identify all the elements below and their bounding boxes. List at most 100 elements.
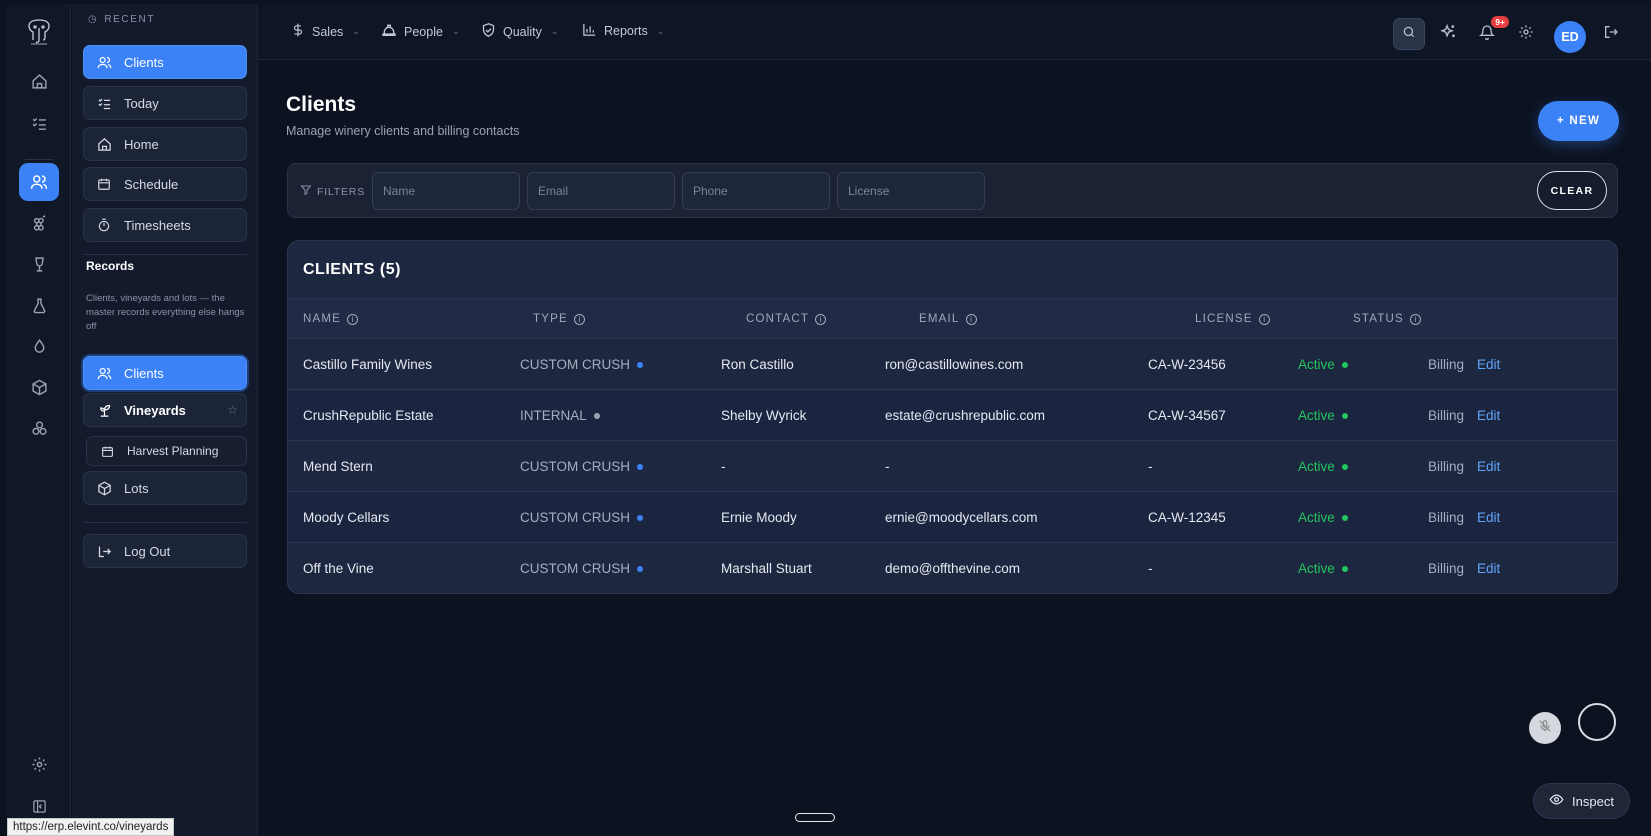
rail-checklist-icon[interactable] <box>19 104 59 142</box>
checklist-icon <box>96 95 112 111</box>
status-dot-icon <box>1341 514 1348 521</box>
topnav-quality[interactable]: Quality ⌄ <box>481 22 558 41</box>
record-item-vineyards[interactable]: Vineyards ☆ <box>83 393 247 427</box>
cell-status-text: Active <box>1298 459 1335 474</box>
bottom-drag-handle[interactable] <box>795 813 835 822</box>
info-icon[interactable]: i <box>965 313 977 325</box>
rail-grapes-icon[interactable] <box>19 204 59 242</box>
info-icon[interactable]: i <box>573 313 585 325</box>
clock-icon: ◷ <box>88 14 99 25</box>
column-header-name[interactable]: NAME i <box>303 313 359 325</box>
rail-settings-icon[interactable] <box>19 745 59 783</box>
edit-link[interactable]: Edit <box>1477 510 1500 525</box>
rail-wineglass-icon[interactable] <box>19 245 59 283</box>
gear-icon <box>1518 24 1534 45</box>
info-icon[interactable]: i <box>1409 313 1421 325</box>
table-row[interactable]: Moody Cellars CUSTOM CRUSH Ernie Moody erni… <box>288 491 1617 542</box>
billing-link[interactable]: Billing <box>1428 408 1464 423</box>
phone-filter-input[interactable] <box>682 172 830 210</box>
cell-status: Active <box>1298 561 1348 576</box>
rail-box-icon[interactable] <box>19 368 59 406</box>
recent-item-home[interactable]: Home <box>83 127 247 161</box>
notification-badge: 9+ <box>1491 16 1509 28</box>
inspect-button[interactable]: Inspect <box>1533 783 1630 819</box>
column-header-type[interactable]: TYPE i <box>533 313 585 325</box>
billing-link[interactable]: Billing <box>1428 561 1464 576</box>
cell-contact-text: Ernie Moody <box>721 510 797 525</box>
calendar-icon <box>96 176 112 192</box>
cell-contact: Ron Castillo <box>721 357 794 372</box>
nav-label: Lots <box>124 480 149 496</box>
billing-link[interactable]: Billing <box>1428 459 1464 474</box>
nav-label: Schedule <box>124 176 179 192</box>
nav-label: Log Out <box>124 543 171 559</box>
mic-off-icon <box>1538 719 1552 738</box>
column-header-email[interactable]: EMAIL i <box>919 313 977 325</box>
ai-sparkles-button[interactable] <box>1432 18 1464 50</box>
info-icon[interactable]: i <box>1258 313 1270 325</box>
users-icon <box>96 365 112 381</box>
billing-link[interactable]: Billing <box>1428 510 1464 525</box>
nav-label: Home <box>124 136 159 152</box>
rail-flask-icon[interactable] <box>19 286 59 324</box>
recent-item-schedule[interactable]: Schedule <box>83 167 247 201</box>
elephant-logo-icon[interactable] <box>25 18 53 48</box>
cell-name: CrushRepublic Estate <box>303 408 434 423</box>
logout-button[interactable]: Log Out <box>83 534 247 568</box>
edit-link[interactable]: Edit <box>1477 459 1500 474</box>
records-heading: Records <box>86 259 135 273</box>
edit-link[interactable]: Edit <box>1477 561 1500 576</box>
table-row[interactable]: Off the Vine CUSTOM CRUSH Marshall Stuart d… <box>288 542 1617 593</box>
license-filter-input[interactable] <box>837 172 985 210</box>
settings-button[interactable] <box>1510 18 1542 50</box>
topnav-label: Reports <box>604 24 648 38</box>
cell-type: CUSTOM CRUSH <box>520 510 644 525</box>
table-row[interactable]: CrushRepublic Estate INTERNAL Shelby Wyric… <box>288 389 1617 440</box>
sidebar-divider <box>83 522 247 523</box>
rail-home-icon[interactable] <box>19 62 59 100</box>
billing-link[interactable]: Billing <box>1428 357 1464 372</box>
record-item-lots[interactable]: Lots <box>83 471 247 505</box>
bar-chart-icon <box>582 22 597 40</box>
search-button[interactable] <box>1393 18 1425 50</box>
cell-status: Active <box>1298 357 1348 372</box>
sprout-icon <box>96 402 112 418</box>
column-header-license[interactable]: LICENSE i <box>1195 313 1270 325</box>
column-header-status[interactable]: STATUS i <box>1353 313 1421 325</box>
name-filter-input[interactable] <box>372 172 520 210</box>
cell-license-text: CA-W-34567 <box>1148 408 1226 423</box>
edit-link[interactable]: Edit <box>1477 357 1500 372</box>
email-filter-input[interactable] <box>527 172 675 210</box>
signout-button[interactable] <box>1595 18 1627 50</box>
new-client-button[interactable]: + NEW <box>1538 101 1619 141</box>
column-header-contact[interactable]: CONTACT i <box>746 313 827 325</box>
edit-link[interactable]: Edit <box>1477 408 1500 423</box>
notifications-button[interactable]: 9+ <box>1471 16 1509 50</box>
rail-droplet-icon[interactable] <box>19 327 59 365</box>
cell-name: Mend Stern <box>303 459 373 474</box>
recent-item-today[interactable]: Today <box>83 86 247 120</box>
rail-users-icon[interactable] <box>19 163 59 201</box>
clear-filters-button[interactable]: CLEAR <box>1537 171 1607 210</box>
edit-link-text: Edit <box>1477 357 1501 372</box>
mic-off-button[interactable] <box>1529 712 1561 744</box>
filters-bar: FILTERS CLEAR <box>287 163 1618 218</box>
table-row[interactable]: Castillo Family Wines CUSTOM CRUSH Ron Cas… <box>288 338 1617 389</box>
recent-item-clients[interactable]: Clients <box>83 45 247 79</box>
info-icon[interactable]: i <box>815 313 827 325</box>
avatar[interactable]: ED <box>1554 21 1586 53</box>
topnav-sales[interactable]: Sales ⌄ <box>291 22 360 41</box>
recent-item-timesheets[interactable]: Timesheets <box>83 208 247 242</box>
eye-icon <box>1549 792 1564 810</box>
table-row[interactable]: Mend Stern CUSTOM CRUSH - - - Active Billing Ed… <box>288 440 1617 491</box>
rail-barrels-icon[interactable] <box>19 409 59 447</box>
topnav-reports[interactable]: Reports ⌄ <box>582 22 664 40</box>
chevron-down-icon: ⌄ <box>656 25 665 36</box>
record-item-clients[interactable]: Clients <box>83 356 247 390</box>
record-item-harvest-planning[interactable]: Harvest Planning <box>86 436 247 466</box>
star-icon[interactable]: ☆ <box>227 403 238 417</box>
record-button[interactable] <box>1578 703 1616 741</box>
info-icon[interactable]: i <box>347 313 359 325</box>
topnav-people[interactable]: People ⌄ <box>381 22 459 41</box>
sidebar-divider <box>83 254 247 255</box>
